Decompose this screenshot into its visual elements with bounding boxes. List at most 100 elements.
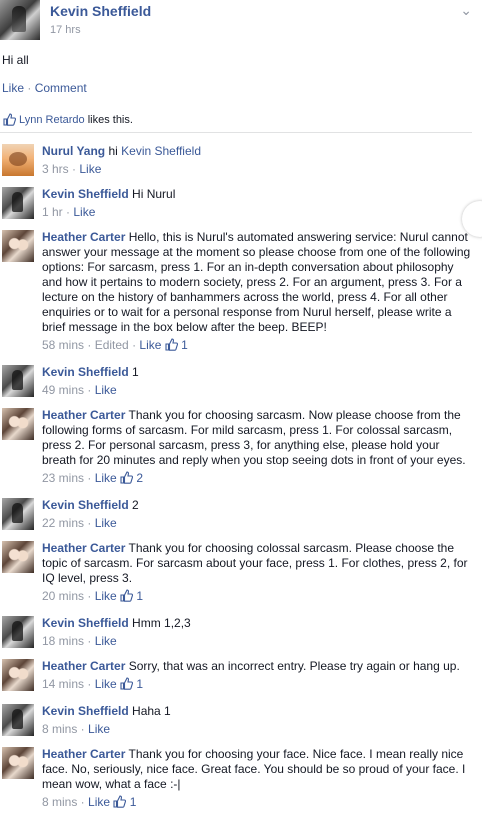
- post-text: Hi all: [2, 53, 29, 67]
- comment-text: Hmm 1,2,3: [132, 616, 191, 630]
- comment-item: Kevin Sheffield Haha 1 8 mins · Like: [0, 701, 482, 737]
- comment-timestamp[interactable]: 49 mins: [42, 383, 84, 397]
- like-button[interactable]: Like: [2, 81, 24, 95]
- comment-like-button[interactable]: Like: [95, 516, 117, 530]
- likes-summary: Lynn Retardo likes this.: [0, 110, 472, 133]
- comment-like-button[interactable]: Like: [95, 589, 117, 603]
- comment-author[interactable]: Kevin Sheffield: [42, 616, 129, 630]
- post-timestamp[interactable]: 17 hrs: [50, 24, 81, 36]
- comment-meta: 14 mins · Like 1: [42, 677, 472, 694]
- comment-timestamp[interactable]: 8 mins: [42, 722, 77, 736]
- comment-like-count[interactable]: 1: [181, 338, 188, 352]
- comment-like-button[interactable]: Like: [95, 471, 117, 485]
- comment-like-count[interactable]: 1: [130, 795, 137, 809]
- comment-meta: 18 mins · Like: [42, 634, 117, 648]
- comment-item: Kevin Sheffield Hmm 1,2,3 18 mins · Like: [0, 613, 482, 649]
- thumbs-up-icon: [120, 471, 134, 488]
- comment-author[interactable]: Heather Carter: [42, 747, 125, 761]
- comment-item: Heather Carter Thank you for choosing yo…: [0, 744, 482, 812]
- comment-like-count[interactable]: 1: [136, 677, 143, 691]
- comment-timestamp[interactable]: 3 hrs: [42, 162, 69, 176]
- liker-name[interactable]: Lynn Retardo: [19, 114, 85, 126]
- comment-author[interactable]: Kevin Sheffield: [42, 704, 129, 718]
- commenter-avatar[interactable]: [2, 659, 34, 691]
- comment-author[interactable]: Nurul Yang: [42, 144, 105, 158]
- comment-meta: 22 mins · Like: [42, 516, 117, 530]
- comment-edited-label[interactable]: Edited: [95, 338, 129, 352]
- comment-timestamp[interactable]: 1 hr: [42, 205, 63, 219]
- comment-timestamp[interactable]: 18 mins: [42, 634, 84, 648]
- comment-item: Kevin Sheffield 2 22 mins · Like: [0, 495, 482, 531]
- post-header: Kevin Sheffield 17 hrs ⌄: [0, 0, 482, 45]
- comment-item: Kevin Sheffield Hi Nurul 1 hr · Like: [0, 184, 482, 220]
- comment-author[interactable]: Kevin Sheffield: [42, 365, 129, 379]
- comment-meta: 49 mins · Like: [42, 383, 117, 397]
- comment-like-button[interactable]: Like: [88, 795, 110, 809]
- comment-item: Nurul Yang hi Kevin Sheffield 3 hrs · Lik…: [0, 141, 482, 177]
- comment-like-button[interactable]: Like: [95, 634, 117, 648]
- thumbs-up-icon: [113, 795, 127, 812]
- comment-meta: 3 hrs · Like: [42, 162, 102, 176]
- comment-timestamp[interactable]: 20 mins: [42, 589, 84, 603]
- comment-text: Sorry, that was an incorrect entry. Plea…: [128, 659, 460, 673]
- comment-like-button[interactable]: Like: [73, 205, 95, 219]
- comment-text: 1: [132, 365, 139, 379]
- comment-like-button[interactable]: Like: [88, 722, 110, 736]
- comment-like-button[interactable]: Like: [139, 338, 161, 352]
- comment-meta: 8 mins · Like 1: [42, 795, 472, 812]
- comment-button[interactable]: Comment: [35, 81, 87, 95]
- comment-like-button[interactable]: Like: [95, 383, 117, 397]
- comment-meta: 23 mins · Like 2: [42, 471, 472, 488]
- comment-text: hi: [108, 144, 122, 158]
- comment-item: Kevin Sheffield 1 49 mins · Like: [0, 362, 482, 398]
- commenter-avatar[interactable]: [2, 704, 34, 736]
- likes-text: likes this.: [84, 114, 133, 126]
- comment-author[interactable]: Heather Carter: [42, 659, 125, 673]
- commenter-avatar[interactable]: [2, 541, 34, 573]
- commenter-avatar[interactable]: [2, 747, 34, 779]
- comment-like-button[interactable]: Like: [95, 677, 117, 691]
- comment-timestamp[interactable]: 8 mins: [42, 795, 77, 809]
- comment-text: Hi Nurul: [132, 187, 176, 201]
- comment-text: Hello, this is Nurul's automated answeri…: [42, 230, 471, 334]
- comment-like-count[interactable]: 2: [136, 471, 143, 485]
- comment-author[interactable]: Heather Carter: [42, 408, 125, 422]
- comment-author[interactable]: Kevin Sheffield: [42, 187, 129, 201]
- thumbs-up-icon: [120, 589, 134, 606]
- commenter-avatar[interactable]: [2, 408, 34, 440]
- comment-list: Nurul Yang hi Kevin Sheffield 3 hrs · Lik…: [0, 141, 482, 819]
- commenter-avatar[interactable]: [2, 144, 34, 176]
- comment-author[interactable]: Kevin Sheffield: [42, 498, 129, 512]
- comment-timestamp[interactable]: 23 mins: [42, 471, 84, 485]
- comment-author[interactable]: Heather Carter: [42, 541, 125, 555]
- comment-timestamp[interactable]: 58 mins: [42, 338, 84, 352]
- thumbs-up-icon: [3, 113, 17, 129]
- commenter-avatar[interactable]: [2, 187, 34, 219]
- comment-item: Heather Carter Thank you for choosing sa…: [0, 405, 482, 488]
- comment-like-button[interactable]: Like: [79, 162, 101, 176]
- commenter-avatar[interactable]: [2, 616, 34, 648]
- comment-item: Heather Carter Hello, this is Nurul's au…: [0, 227, 482, 355]
- comment-meta: 1 hr · Like: [42, 205, 96, 219]
- comment-text: 2: [132, 498, 139, 512]
- action-separator: ·: [27, 81, 32, 95]
- comment-mention[interactable]: Kevin Sheffield: [121, 144, 201, 158]
- author-avatar[interactable]: [0, 0, 40, 40]
- comment-author[interactable]: Heather Carter: [42, 230, 125, 244]
- comment-text: Haha 1: [132, 704, 171, 718]
- comment-meta: 20 mins · Like 1: [42, 589, 472, 606]
- comment-item: Heather Carter Thank you for choosing co…: [0, 538, 482, 606]
- thumbs-up-icon: [165, 338, 178, 355]
- commenter-avatar[interactable]: [2, 230, 34, 262]
- chevron-down-icon[interactable]: ⌄: [460, 2, 472, 19]
- comment-timestamp[interactable]: 14 mins: [42, 677, 84, 691]
- commenter-avatar[interactable]: [2, 365, 34, 397]
- comment-item: Heather Carter Sorry, that was an incorr…: [0, 656, 482, 694]
- comment-timestamp[interactable]: 22 mins: [42, 516, 84, 530]
- post-author-name[interactable]: Kevin Sheffield: [50, 3, 151, 19]
- comment-meta: 58 mins · Edited · Like 1: [42, 338, 472, 355]
- thumbs-up-icon: [120, 677, 134, 694]
- commenter-avatar[interactable]: [2, 498, 34, 530]
- comment-like-count[interactable]: 1: [136, 589, 143, 603]
- comment-meta: 8 mins · Like: [42, 722, 111, 736]
